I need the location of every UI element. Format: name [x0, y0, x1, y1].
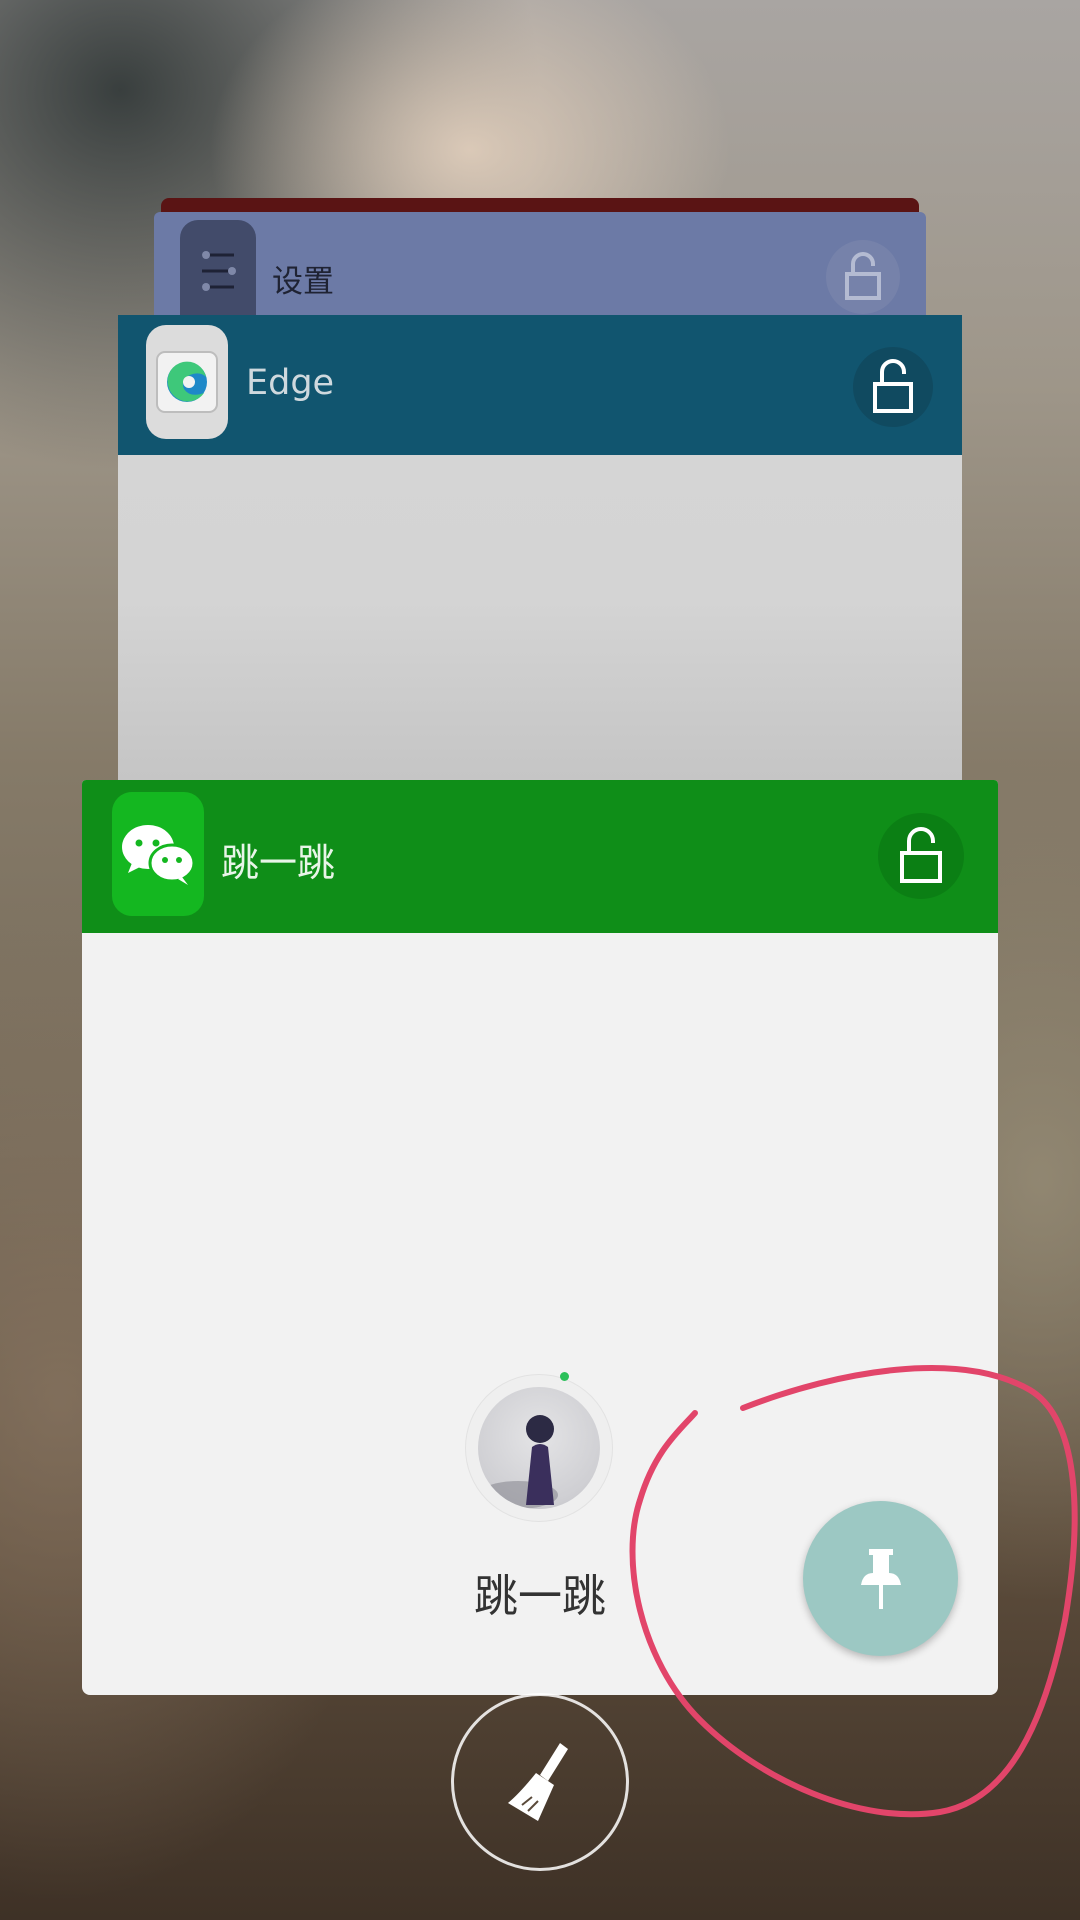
- lock-open-icon: [900, 827, 942, 883]
- wechat-card-header: 跳一跳: [82, 780, 998, 933]
- edge-card-header: Edge: [118, 315, 962, 455]
- edge-app-icon: [146, 325, 228, 439]
- settings-app-title: 设置: [272, 264, 334, 300]
- recent-app-card-settings[interactable]: 设置: [154, 212, 926, 322]
- lock-open-icon: [873, 359, 913, 413]
- edge-app-title: Edge: [246, 363, 335, 403]
- recent-app-card-edge[interactable]: Edge: [118, 315, 962, 790]
- lock-open-icon: [845, 252, 881, 300]
- recent-apps-screen: { "recent_apps": [ {"id": "unknown", "la…: [0, 0, 1080, 1920]
- settings-app-icon: [180, 220, 256, 322]
- mini-program-avatar: [465, 1374, 613, 1522]
- wechat-lock-button[interactable]: [878, 813, 964, 899]
- clear-all-button[interactable]: [451, 1693, 629, 1871]
- pin-icon: [860, 1548, 901, 1609]
- jump-game-avatar: [478, 1387, 600, 1509]
- online-status-dot: [560, 1372, 569, 1381]
- pin-button[interactable]: [803, 1501, 958, 1656]
- wechat-app-icon: [112, 792, 204, 916]
- broom-icon: [508, 1743, 568, 1821]
- edge-lock-button[interactable]: [853, 347, 933, 427]
- settings-lock-button[interactable]: [826, 240, 900, 314]
- wechat-app-title: 跳一跳: [221, 841, 336, 885]
